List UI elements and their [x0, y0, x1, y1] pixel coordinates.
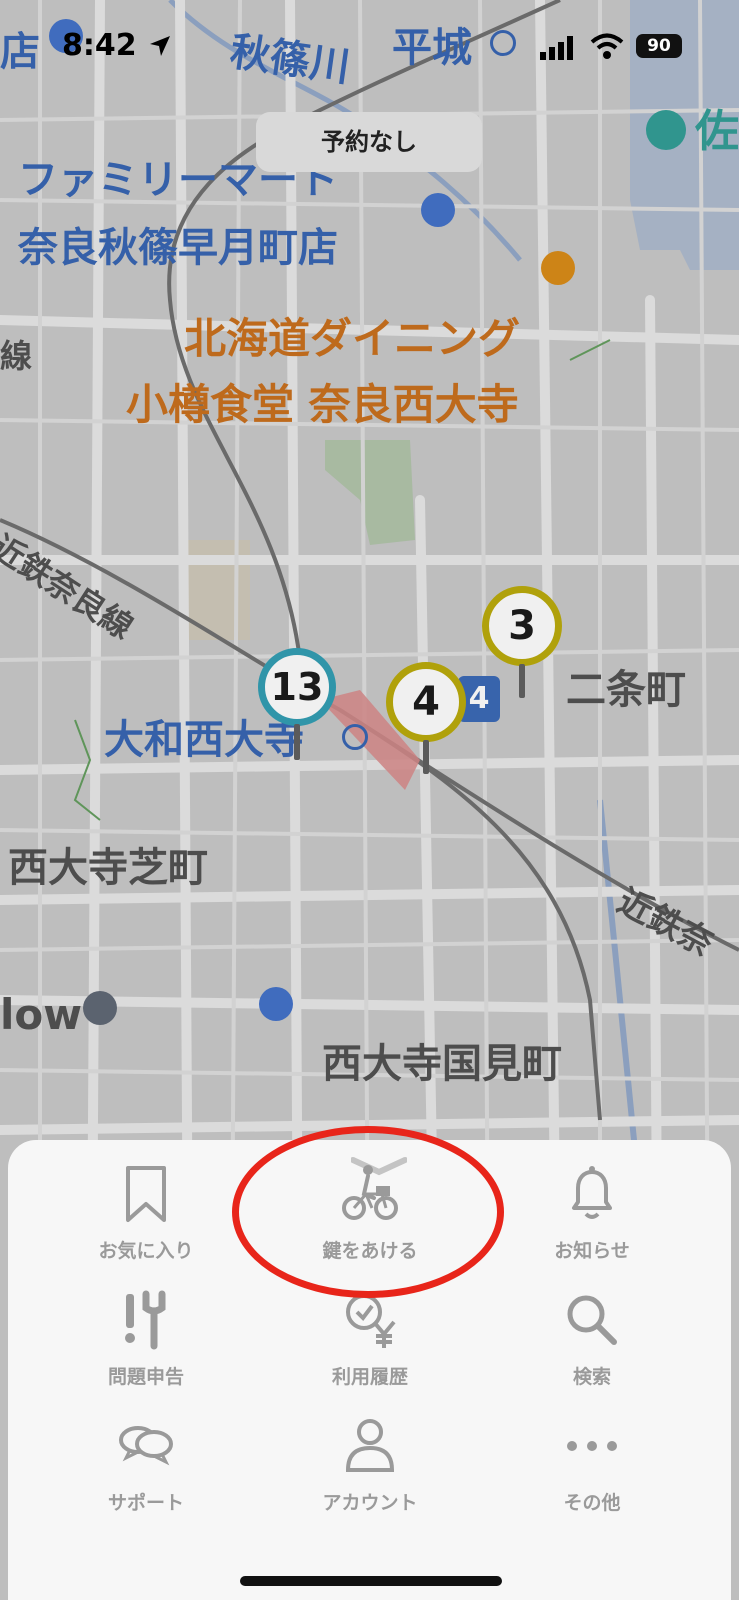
wrench-warning-icon	[125, 1290, 166, 1350]
location-arrow-icon	[150, 36, 170, 56]
search-icon	[567, 1295, 617, 1345]
reservation-status-pill[interactable]: 予約なし	[256, 112, 482, 172]
menu-label: 検索	[572, 1366, 611, 1388]
menu-favorites-button[interactable]: お気に入り	[36, 1164, 256, 1264]
more-dots-icon	[567, 1441, 617, 1451]
highlight-annotation-circle	[232, 1126, 504, 1298]
bell-icon	[572, 1166, 612, 1219]
person-icon	[345, 1419, 395, 1472]
menu-account-button[interactable]: アカウント	[260, 1416, 480, 1516]
menu-label: 問題申告	[107, 1366, 184, 1388]
menu-support-button[interactable]: サポート	[36, 1416, 256, 1516]
cellular-signal-icon	[540, 36, 573, 60]
menu-label: お気に入り	[98, 1240, 194, 1262]
menu-label: アカウント	[322, 1492, 418, 1514]
menu-search-button[interactable]: 検索	[482, 1290, 702, 1390]
menu-more-button[interactable]: その他	[482, 1416, 702, 1516]
menu-history-button[interactable]: 利用履歴	[260, 1290, 480, 1390]
home-indicator	[240, 1576, 502, 1586]
chat-bubbles-icon	[119, 1426, 173, 1466]
menu-label: サポート	[107, 1492, 184, 1514]
wifi-icon	[590, 33, 624, 59]
clock-yen-icon	[346, 1294, 396, 1348]
menu-notifications-button[interactable]: お知らせ	[482, 1164, 702, 1264]
status-time: 8:42	[62, 28, 137, 63]
bookmark-icon	[126, 1166, 166, 1222]
menu-label: 利用履歴	[331, 1366, 408, 1388]
menu-label: お知らせ	[554, 1240, 630, 1262]
status-bar: 8:42 90	[0, 28, 739, 68]
menu-label: その他	[563, 1492, 621, 1514]
menu-report-problem-button[interactable]: 問題申告	[36, 1290, 256, 1390]
battery-indicator: 90	[636, 34, 682, 58]
